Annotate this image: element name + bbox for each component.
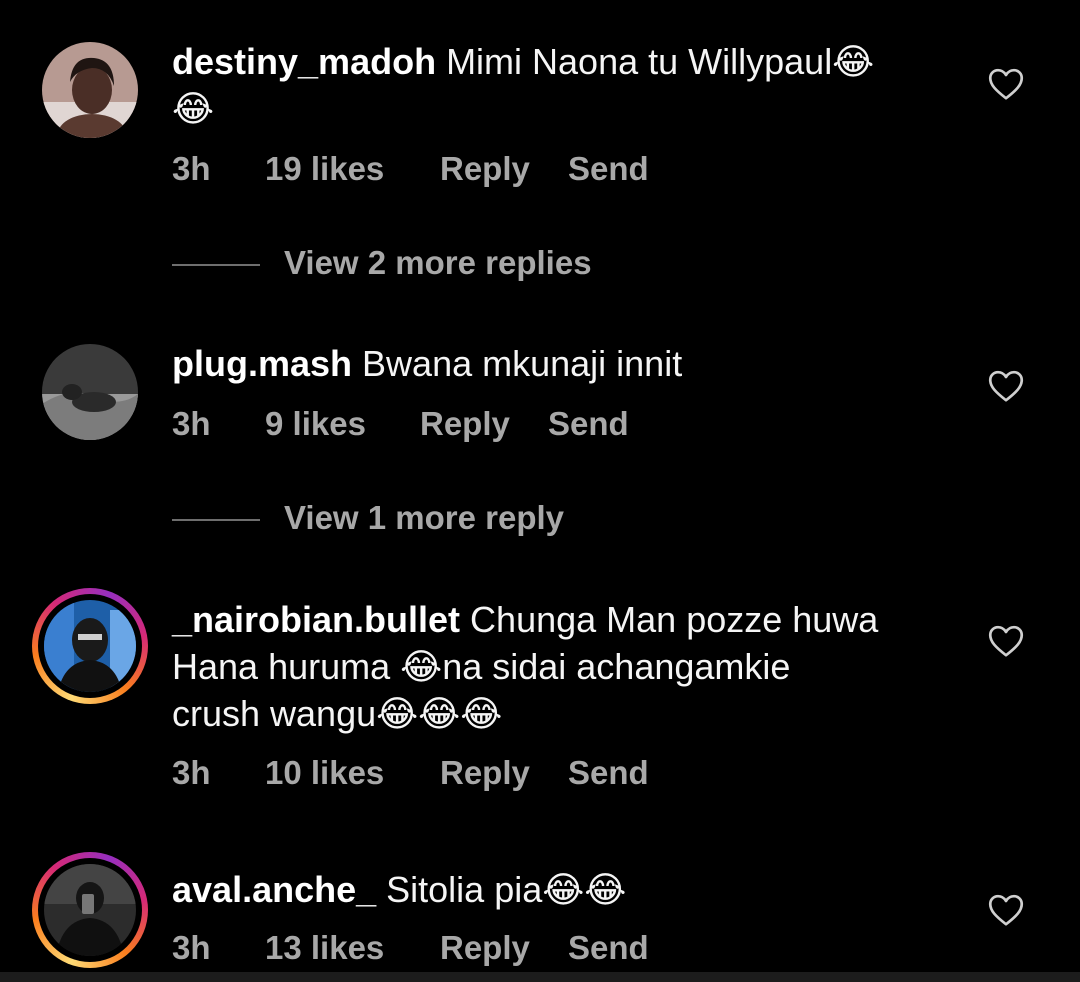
comment-body: Sitolia pia😂😂 xyxy=(376,869,627,910)
comment-item: aval.anche_ Sitolia pia😂😂 3h 13 likes Re… xyxy=(0,0,1080,982)
heart-outline-icon[interactable] xyxy=(988,893,1024,927)
avatar xyxy=(44,864,136,956)
bottom-divider xyxy=(0,972,1080,982)
like-count[interactable]: 13 likes xyxy=(265,929,384,967)
reply-button[interactable]: Reply xyxy=(440,929,530,967)
avatar-story-ring[interactable] xyxy=(32,852,148,968)
send-button[interactable]: Send xyxy=(568,929,649,967)
username[interactable]: aval.anche_ xyxy=(172,869,376,910)
comment-text: aval.anche_ Sitolia pia😂😂 xyxy=(172,866,932,913)
avatar-image xyxy=(44,864,136,956)
timestamp: 3h xyxy=(172,929,211,966)
